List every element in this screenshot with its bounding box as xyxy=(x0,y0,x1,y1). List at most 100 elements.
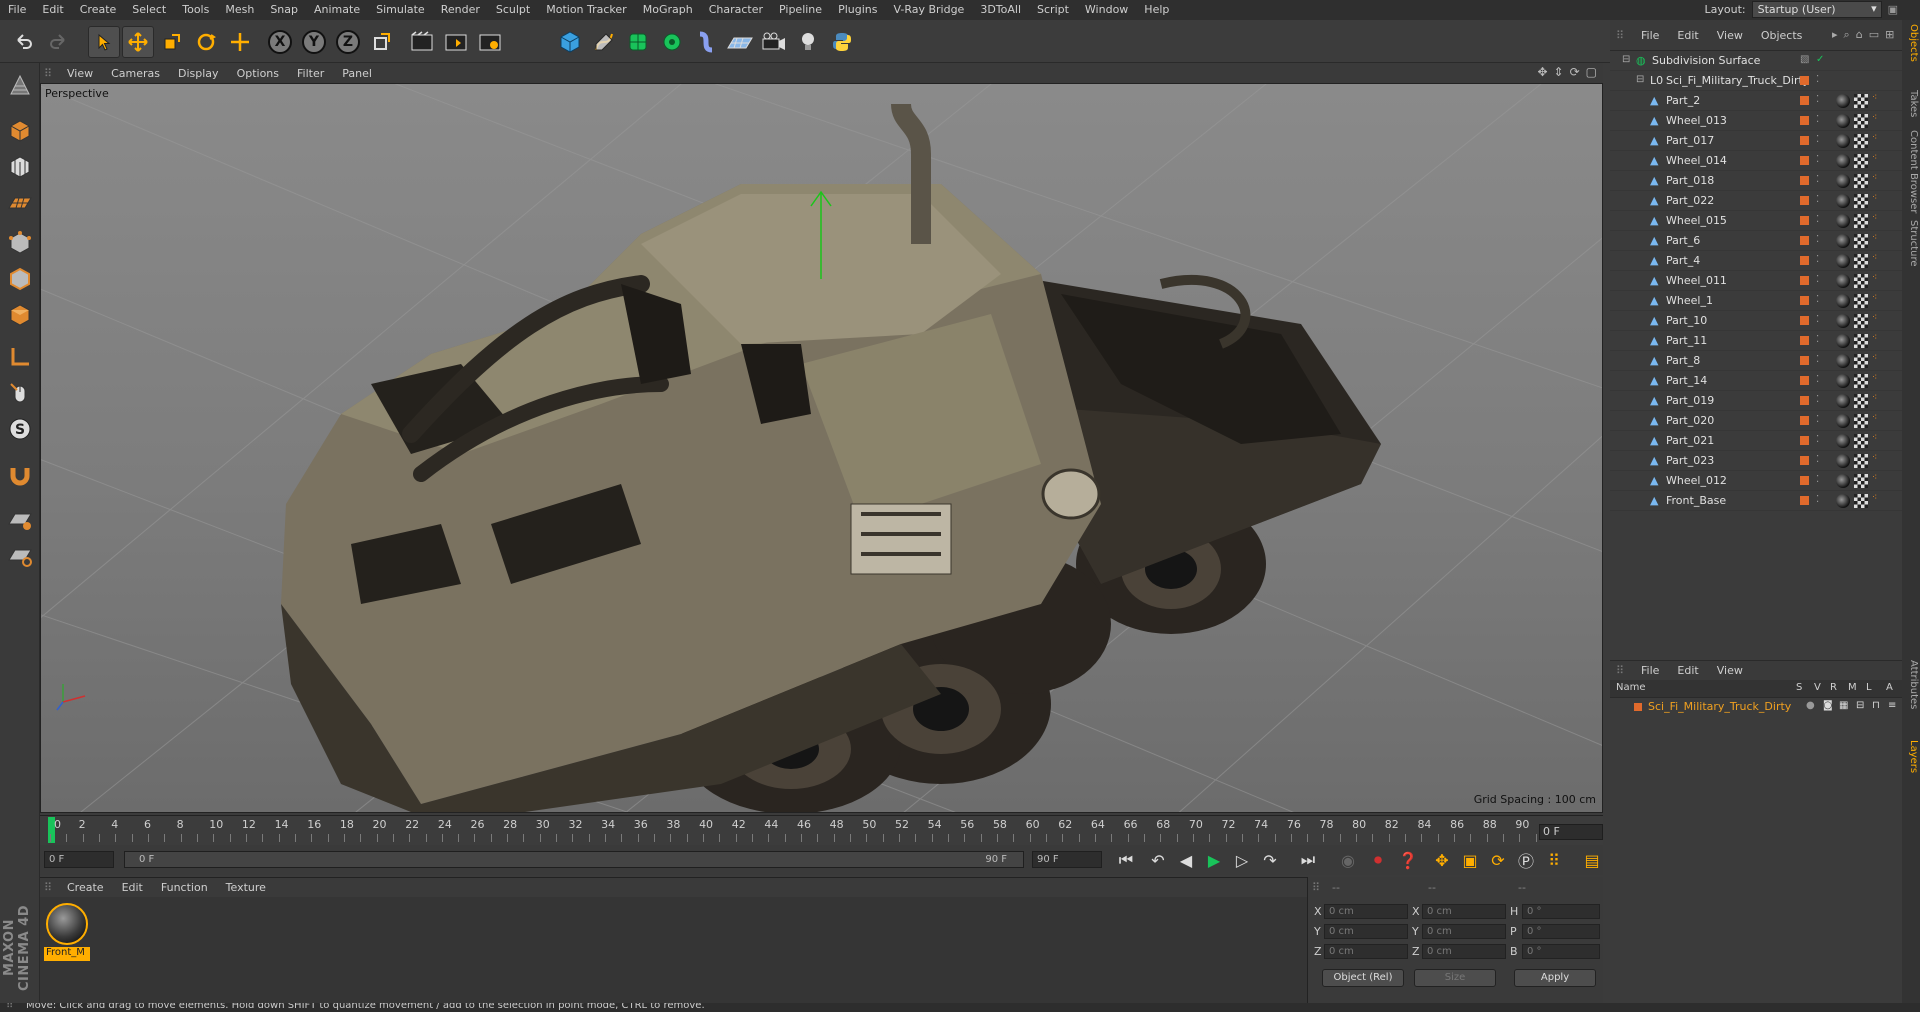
position-y-field[interactable]: 0 cm xyxy=(1324,924,1408,939)
object-row[interactable]: ▲ Wheel_1 ⁚ ⁖ xyxy=(1610,291,1902,311)
tweak-mode-icon[interactable] xyxy=(4,377,36,409)
select-cursor-icon[interactable] xyxy=(88,26,120,58)
uvw-tag-icon[interactable] xyxy=(1854,354,1868,368)
layer-column-v[interactable]: V xyxy=(1814,682,1821,693)
object-row[interactable]: ▲ Wheel_014 ⁚ ⁖ xyxy=(1610,151,1902,171)
object-row[interactable]: ▲ Part_023 ⁚ ⁖ xyxy=(1610,451,1902,471)
viewport-menu-display[interactable]: Display xyxy=(169,67,228,80)
start-frame-field[interactable]: 0 F xyxy=(44,851,114,868)
selection-tag-icon[interactable]: ⁖ xyxy=(1872,354,1882,367)
object-name[interactable]: Part_019 xyxy=(1666,394,1714,407)
uvw-tag-icon[interactable] xyxy=(1854,134,1868,148)
object-name[interactable]: Wheel_011 xyxy=(1666,274,1727,287)
material-menu-texture[interactable]: Texture xyxy=(217,881,275,894)
layer-color-swatch[interactable] xyxy=(1800,416,1809,425)
layer-color-swatch[interactable] xyxy=(1800,316,1809,325)
viewport-menu-view[interactable]: View xyxy=(58,67,102,80)
material-tag-icon[interactable] xyxy=(1836,454,1850,468)
material-tag-icon[interactable] xyxy=(1836,394,1850,408)
layer-column-a[interactable]: A xyxy=(1886,682,1893,693)
magnet-icon[interactable] xyxy=(4,459,36,491)
play-icon[interactable]: ▶ xyxy=(1202,849,1226,871)
selection-tag-icon[interactable]: ⁖ xyxy=(1872,314,1882,327)
object-row[interactable]: ▲ Wheel_011 ⁚ ⁖ xyxy=(1610,271,1902,291)
key-pla-icon[interactable]: ⠿ xyxy=(1542,849,1566,871)
grid-rotate-icon[interactable] xyxy=(4,539,36,571)
light-icon[interactable] xyxy=(792,26,824,58)
object-row[interactable]: ▲ Part_11 ⁚ ⁖ xyxy=(1610,331,1902,351)
uvw-tag-icon[interactable] xyxy=(1854,294,1868,308)
selection-tag-icon[interactable]: ⁖ xyxy=(1872,474,1882,487)
material-tag-icon[interactable] xyxy=(1836,254,1850,268)
layer-manager-icon[interactable]: ⊟ xyxy=(1856,700,1864,711)
layer-lock-icon[interactable]: ⊓ xyxy=(1872,700,1880,711)
object-row[interactable]: ▲ Part_14 ⁚ ⁖ xyxy=(1610,371,1902,391)
apply-button[interactable]: Apply xyxy=(1514,969,1596,987)
selection-tag-icon[interactable]: ⁖ xyxy=(1872,234,1882,247)
rotate-tool-icon[interactable] xyxy=(190,26,222,58)
object-name[interactable]: Wheel_012 xyxy=(1666,474,1727,487)
side-tab-content-browser[interactable]: Content Browser xyxy=(1903,130,1919,213)
object-name[interactable]: Wheel_014 xyxy=(1666,154,1727,167)
material-tag-icon[interactable] xyxy=(1836,334,1850,348)
menu-edit[interactable]: Edit xyxy=(34,0,71,20)
object-row[interactable]: ▲ Front_Base ⁚ ⁖ xyxy=(1610,491,1902,511)
rotation-p-field[interactable]: 0 ° xyxy=(1522,924,1600,939)
current-frame-field[interactable]: 0 F xyxy=(1539,824,1603,840)
object-name[interactable]: Part_8 xyxy=(1666,354,1700,367)
selection-tag-icon[interactable]: ⁖ xyxy=(1872,334,1882,347)
material-tag-icon[interactable] xyxy=(1836,434,1850,448)
visibility-dots-icon[interactable]: ⁚ xyxy=(1816,294,1819,305)
object-menu-objects[interactable]: Objects xyxy=(1752,29,1812,42)
material-menu-function[interactable]: Function xyxy=(152,881,217,894)
bookmark-icon[interactable]: ▭ xyxy=(1869,28,1879,42)
material-tag-icon[interactable] xyxy=(1836,174,1850,188)
object-menu-file[interactable]: File xyxy=(1632,29,1668,42)
selection-tag-icon[interactable]: ⁖ xyxy=(1872,114,1882,127)
layer-row[interactable]: Sci_Fi_Military_Truck_Dirty ● ◙ ▦ ⊟ ⊓ ≡ xyxy=(1610,699,1902,715)
visibility-dots-icon[interactable]: ⁚ xyxy=(1816,74,1819,85)
visibility-dots-icon[interactable]: ⁚ xyxy=(1816,454,1819,465)
uvw-tag-icon[interactable] xyxy=(1854,394,1868,408)
uvw-tag-icon[interactable] xyxy=(1854,254,1868,268)
visibility-dots-icon[interactable]: ⁚ xyxy=(1816,254,1819,265)
material-menu-create[interactable]: Create xyxy=(58,881,113,894)
key-rotation-icon[interactable]: ⟳ xyxy=(1486,849,1510,871)
material-tag-icon[interactable] xyxy=(1836,294,1850,308)
object-row[interactable]: ▲ Part_2 ⁚ ⁖ xyxy=(1610,91,1902,111)
z-axis-lock-icon[interactable]: Z xyxy=(332,26,364,58)
selection-tag-icon[interactable]: ⁖ xyxy=(1872,414,1882,427)
object-row[interactable]: ▲ Part_018 ⁚ ⁖ xyxy=(1610,171,1902,191)
layer-solo-icon[interactable]: ● xyxy=(1806,700,1815,711)
object-name[interactable]: Sci_Fi_Military_Truck_Dirty xyxy=(1666,74,1809,87)
visibility-dots-icon[interactable]: ⁚ xyxy=(1816,334,1819,345)
visibility-dots-icon[interactable]: ⁚ xyxy=(1816,314,1819,325)
menu-render[interactable]: Render xyxy=(433,0,488,20)
visibility-dots-icon[interactable]: ⁚ xyxy=(1816,494,1819,505)
object-row[interactable]: ▲ Part_021 ⁚ ⁖ xyxy=(1610,431,1902,451)
model-mode-icon[interactable] xyxy=(4,115,36,147)
side-tab-structure[interactable]: Structure xyxy=(1903,220,1919,267)
uvw-tag-icon[interactable] xyxy=(1854,174,1868,188)
visibility-dots-icon[interactable]: ⁚ xyxy=(1816,134,1819,145)
object-name[interactable]: Part_018 xyxy=(1666,174,1714,187)
material-tag-icon[interactable] xyxy=(1836,214,1850,228)
previous-frame-icon[interactable]: ◀ xyxy=(1174,849,1198,871)
texture-mode-icon[interactable] xyxy=(4,151,36,183)
object-row-root[interactable]: ⊟ ◍ Subdivision Surface ▧ ✓ xyxy=(1610,51,1902,71)
object-name[interactable]: Part_023 xyxy=(1666,454,1714,467)
uvw-tag-icon[interactable] xyxy=(1854,214,1868,228)
visibility-dots-icon[interactable]: ⁚ xyxy=(1816,154,1819,165)
zoom-view-icon[interactable]: ⇕ xyxy=(1554,65,1564,79)
material-tag-icon[interactable] xyxy=(1836,194,1850,208)
visibility-dots-icon[interactable]: ⁚ xyxy=(1816,94,1819,105)
visibility-dots-icon[interactable]: ⁚ xyxy=(1816,174,1819,185)
axis-mode-icon[interactable] xyxy=(4,341,36,373)
visibility-dots-icon[interactable]: ⁚ xyxy=(1816,474,1819,485)
object-menu-edit[interactable]: Edit xyxy=(1668,29,1707,42)
layer-color-swatch[interactable] xyxy=(1800,156,1809,165)
workplane-mode-icon[interactable] xyxy=(4,187,36,219)
menu-mograph[interactable]: MoGraph xyxy=(635,0,701,20)
selection-tag-icon[interactable]: ⁖ xyxy=(1872,134,1882,147)
uvw-tag-icon[interactable] xyxy=(1854,434,1868,448)
